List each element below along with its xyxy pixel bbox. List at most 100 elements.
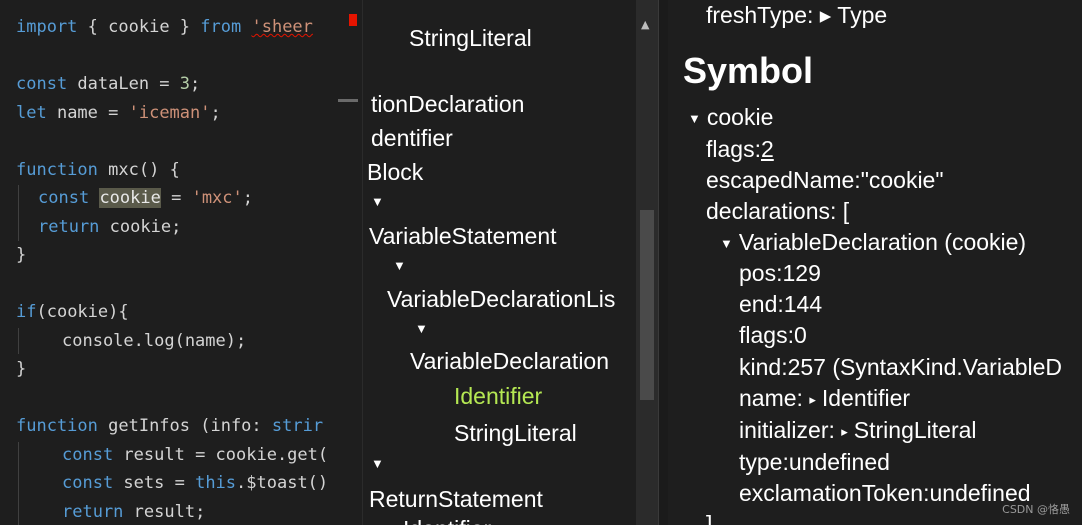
code-line-7[interactable]: const cookie = 'mxc'; bbox=[38, 184, 253, 212]
prop-row: declarations: [ bbox=[706, 198, 850, 224]
scroll-thumb[interactable] bbox=[640, 210, 654, 400]
tree-node-selected[interactable]: Identifier bbox=[454, 379, 542, 413]
text: (cookie){ bbox=[36, 302, 129, 322]
kw: const bbox=[16, 74, 68, 94]
prop-value: StringLiteral bbox=[853, 417, 977, 443]
kw: const bbox=[62, 473, 114, 493]
string: 'iceman' bbox=[128, 103, 211, 123]
indent-guide bbox=[18, 328, 19, 354]
text: .$toast() bbox=[236, 473, 329, 493]
text: console.log(name); bbox=[62, 331, 247, 351]
code-line-13[interactable]: } bbox=[16, 355, 26, 383]
expand-arrow-icon[interactable]: ▸ bbox=[809, 384, 816, 415]
prop-value: 144 bbox=[783, 291, 823, 317]
kw: import bbox=[16, 17, 78, 37]
tree-node[interactable]: StringLiteral bbox=[454, 416, 577, 450]
code-line-9[interactable]: } bbox=[16, 241, 26, 269]
tree-node[interactable]: VariableStatement bbox=[369, 219, 557, 253]
punct: ; bbox=[210, 103, 221, 123]
ast-tree-view[interactable]: StringLiteral tionDeclaration dentifier … bbox=[362, 0, 637, 525]
code-line-1[interactable]: import { cookie } from 'sheer bbox=[16, 13, 313, 41]
declaration-name: VariableDeclaration (cookie) bbox=[738, 229, 1027, 255]
text: getInfos (info: bbox=[97, 416, 272, 436]
code-line-15[interactable]: function getInfos (info: strir bbox=[16, 412, 323, 440]
indent-guide bbox=[18, 185, 19, 241]
prop-row[interactable]: initializer: ▸ StringLiteral bbox=[739, 415, 977, 446]
prop-label: type: bbox=[739, 449, 789, 475]
text: name = bbox=[46, 103, 129, 123]
prop-value: 257 (SyntaxKind.VariableD bbox=[787, 354, 1063, 380]
kw: from bbox=[200, 17, 242, 37]
tree-scrollbar[interactable]: ▲ bbox=[636, 0, 658, 525]
prop-row: flags:2 bbox=[706, 134, 774, 165]
kw: this bbox=[195, 473, 237, 493]
code-line-6[interactable]: function mxc() { bbox=[16, 156, 180, 184]
text: sets = bbox=[113, 473, 196, 493]
declaration-row[interactable]: ▼ VariableDeclaration (cookie) bbox=[720, 227, 1026, 258]
prop-label: exclamationToken: bbox=[739, 480, 930, 506]
kw: strir bbox=[271, 416, 324, 436]
code-line-16[interactable]: const result = cookie.get( bbox=[62, 441, 328, 469]
expand-arrow-icon[interactable]: ▼ bbox=[720, 228, 733, 259]
code-line-3[interactable]: const dataLen = 3; bbox=[16, 70, 200, 98]
tree-node[interactable]: StringLiteral bbox=[409, 21, 532, 55]
expand-arrow-icon[interactable]: ▼ bbox=[688, 103, 701, 134]
kw: function bbox=[16, 416, 98, 436]
prop-value: Identifier bbox=[821, 385, 911, 411]
tree-node[interactable]: tionDeclaration bbox=[371, 87, 524, 121]
prop-row: end:144 bbox=[739, 289, 822, 320]
code-line-4[interactable]: let name = 'iceman'; bbox=[16, 99, 221, 127]
punct: } bbox=[169, 17, 201, 37]
code-line-8[interactable]: return cookie; bbox=[38, 213, 181, 241]
prop-row: exclamationToken:undefined bbox=[739, 478, 1031, 509]
prop-value[interactable]: 2 bbox=[761, 136, 774, 162]
fresh-type-row: freshType: ▸ Type bbox=[706, 2, 888, 28]
brace: } bbox=[16, 245, 27, 265]
expand-arrow-icon[interactable]: ▼ bbox=[371, 456, 384, 471]
symbol-row[interactable]: ▼ cookie bbox=[688, 102, 773, 133]
error-marker bbox=[349, 14, 357, 26]
tree-node[interactable]: ReturnStatement bbox=[369, 482, 543, 516]
number: 3 bbox=[179, 74, 191, 94]
string-error: 'sheer bbox=[251, 17, 313, 37]
punct: { bbox=[77, 17, 109, 37]
code-line-11[interactable]: if(cookie){ bbox=[16, 298, 129, 326]
closing-bracket: ] bbox=[706, 511, 713, 525]
code-editor[interactable]: import { cookie } from 'sheer const data… bbox=[0, 0, 362, 525]
properties-panel[interactable]: freshType: ▸ Type Symbol ▼ cookie flags:2… bbox=[668, 0, 1082, 525]
tree-node[interactable]: VariableDeclarationLis bbox=[387, 282, 615, 316]
prop-label: kind: bbox=[739, 354, 788, 380]
expand-arrow-icon[interactable]: ▼ bbox=[371, 194, 384, 209]
tree-node[interactable]: VariableDeclaration bbox=[410, 344, 609, 378]
kw: return bbox=[62, 502, 124, 522]
expand-arrow-icon[interactable]: ▸ bbox=[841, 416, 848, 447]
prop-label: pos: bbox=[739, 260, 783, 286]
prop-row[interactable]: name: ▸ Identifier bbox=[739, 383, 910, 414]
watermark: CSDN @恪愚 bbox=[1002, 503, 1070, 516]
prop-row: pos:129 bbox=[739, 258, 821, 289]
code-line-18[interactable]: return result; bbox=[62, 498, 205, 525]
prop-label: end: bbox=[739, 291, 784, 317]
prop-label: escapedName: bbox=[706, 167, 861, 193]
prop-value: "cookie" bbox=[860, 167, 944, 193]
scroll-up-icon[interactable]: ▲ bbox=[641, 18, 649, 31]
code-line-17[interactable]: const sets = this.$toast() bbox=[62, 469, 328, 497]
brace: } bbox=[16, 359, 27, 379]
tree-node[interactable]: Block bbox=[367, 155, 423, 189]
expand-arrow-icon[interactable]: ▼ bbox=[393, 258, 406, 273]
section-heading: Symbol bbox=[683, 50, 814, 91]
kw: if bbox=[16, 302, 37, 322]
prop-label: initializer: bbox=[739, 417, 835, 443]
prop-value: 0 bbox=[793, 322, 807, 348]
punct: () { bbox=[138, 160, 180, 180]
code-line-12[interactable]: console.log(name); bbox=[62, 327, 246, 355]
text: = bbox=[160, 188, 192, 208]
prop-row: flags:0 bbox=[739, 320, 807, 351]
tree-node[interactable]: dentifier bbox=[371, 121, 453, 155]
symbol-name: cookie bbox=[706, 104, 774, 130]
expand-arrow-icon[interactable]: ▼ bbox=[415, 321, 428, 336]
prop-value: undefined bbox=[788, 449, 890, 475]
tree-node[interactable]: Identifier bbox=[403, 512, 491, 525]
